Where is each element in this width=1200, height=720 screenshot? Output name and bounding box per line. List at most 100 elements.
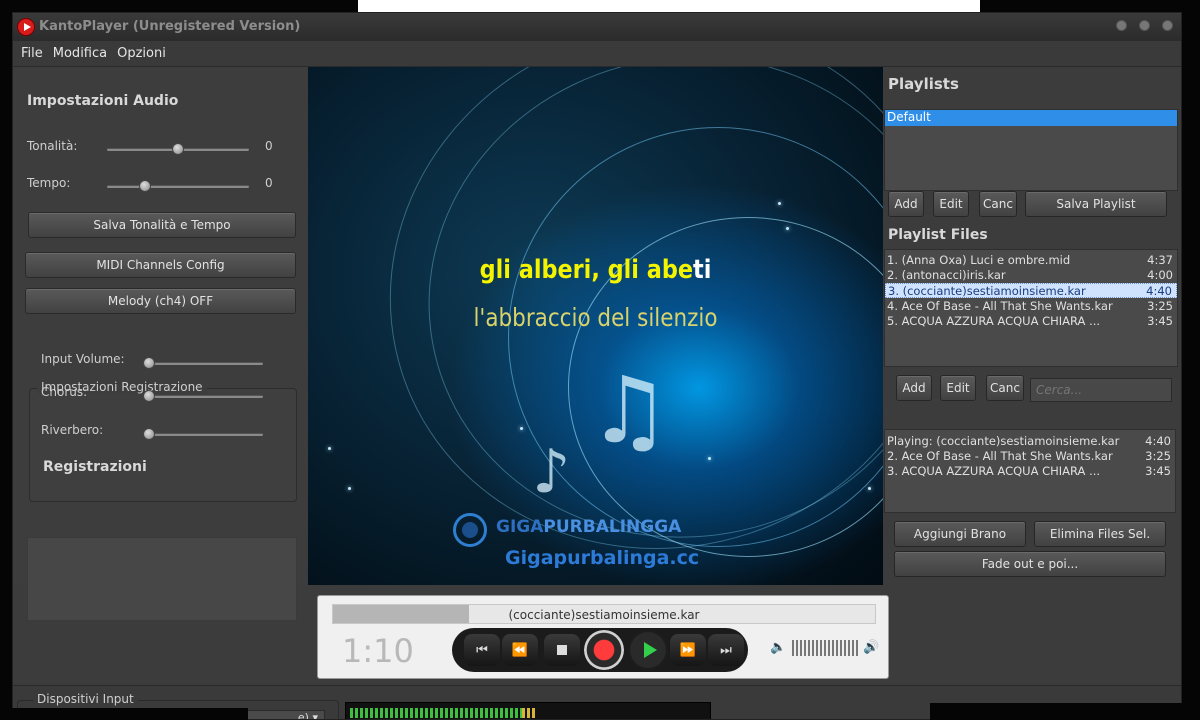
skip-back-icon: ⏮ bbox=[476, 642, 488, 658]
player-bar: (cocciante)sestiamoinsieme.kar 1:10 ⏮ ⏪ … bbox=[317, 595, 889, 679]
minimize-button[interactable] bbox=[1116, 20, 1127, 31]
riverbero-track bbox=[143, 433, 263, 436]
window-controls bbox=[1116, 20, 1173, 31]
fast-forward-icon: ⏩ bbox=[679, 642, 697, 658]
fade-out-button[interactable]: Fade out e poi... bbox=[894, 551, 1166, 577]
record-button[interactable] bbox=[584, 630, 624, 670]
audio-settings-panel: Impostazioni Audio Tonalità: 0 Tempo: 0 … bbox=[13, 67, 307, 621]
playlist-add-button[interactable]: Add bbox=[888, 191, 924, 217]
files-edit-button[interactable]: Edit bbox=[940, 375, 976, 401]
app-window: KantoPlayer (Unregistered Version) File … bbox=[12, 12, 1182, 720]
midi-channels-button[interactable]: MIDI Channels Config bbox=[25, 252, 296, 278]
watermark-site: Gigapurbalinga.cc bbox=[505, 547, 700, 569]
tempo-slider[interactable] bbox=[107, 179, 249, 193]
stop-button[interactable] bbox=[544, 634, 580, 666]
riverbero-label: Riverbero: bbox=[41, 423, 104, 437]
title-bar: KantoPlayer (Unregistered Version) bbox=[13, 13, 1181, 41]
fast-forward-button[interactable]: ⏩ bbox=[670, 634, 706, 666]
search-input[interactable] bbox=[1030, 378, 1172, 402]
save-playlist-button[interactable]: Salva Playlist bbox=[1025, 191, 1167, 217]
sparkle bbox=[868, 487, 871, 490]
skip-forward-button[interactable]: ⏭ bbox=[708, 634, 744, 666]
recordings-list[interactable] bbox=[27, 537, 297, 621]
tempo-thumb[interactable] bbox=[139, 180, 152, 192]
input-volume-track bbox=[143, 362, 263, 365]
current-track-name: (cocciante)sestiamoinsieme.kar bbox=[508, 608, 700, 622]
input-devices-title: Dispositivi Input bbox=[33, 692, 138, 706]
playlist-canc-button[interactable]: Canc bbox=[979, 191, 1017, 217]
meter-fill bbox=[350, 708, 523, 718]
music-note-icon: ♫ bbox=[588, 357, 671, 464]
input-volume-slider[interactable] bbox=[143, 356, 263, 370]
tonalita-slider[interactable] bbox=[107, 142, 249, 156]
tonalita-thumb[interactable] bbox=[172, 143, 184, 155]
sparkle bbox=[778, 202, 781, 205]
play-button[interactable] bbox=[628, 630, 668, 670]
files-add-button[interactable]: Add bbox=[896, 375, 932, 401]
melody-toggle-button[interactable]: Melody (ch4) OFF bbox=[25, 288, 296, 314]
playlist-edit-button[interactable]: Edit bbox=[933, 191, 969, 217]
tempo-label: Tempo: bbox=[27, 176, 71, 190]
elapsed-time: 1:10 bbox=[342, 632, 414, 670]
menu-opzioni[interactable]: Opzioni bbox=[117, 46, 166, 61]
audio-settings-title: Impostazioni Audio bbox=[27, 93, 179, 109]
rewind-button[interactable]: ⏪ bbox=[502, 634, 538, 666]
tempo-value: 0 bbox=[265, 176, 273, 190]
track-progress-bar[interactable]: (cocciante)sestiamoinsieme.kar bbox=[332, 604, 876, 624]
image-border bbox=[0, 708, 248, 720]
app-logo-icon bbox=[17, 18, 35, 36]
list-item[interactable]: 3. ACQUA AZZURA ACQUA CHIARA ... 3:45 bbox=[885, 464, 1175, 479]
lyric-line-next: l'abbraccio del silenzio bbox=[473, 303, 718, 332]
list-item[interactable]: 2. (antonacci)iris.kar 4:00 bbox=[885, 268, 1177, 283]
chorus-track bbox=[143, 395, 263, 398]
chorus-thumb[interactable] bbox=[143, 390, 155, 402]
list-item[interactable]: 4. Ace Of Base - All That She Wants.kar 3… bbox=[885, 299, 1177, 314]
queue-item-playing[interactable]: Playing: (cocciante)sestiamoinsieme.kar 4… bbox=[885, 434, 1175, 449]
files-canc-button[interactable]: Canc bbox=[986, 375, 1024, 401]
karaoke-display: gli alberi, gli abeti l'abbraccio del si… bbox=[308, 67, 883, 585]
playlists-list[interactable]: Default bbox=[884, 109, 1178, 191]
list-item-selected[interactable]: 3. (cocciante)sestiamoinsieme.kar 4:40 bbox=[885, 283, 1177, 298]
save-pitch-tempo-button[interactable]: Salva Tonalità e Tempo bbox=[28, 212, 296, 238]
close-button[interactable] bbox=[1162, 20, 1173, 31]
skip-forward-icon: ⏭ bbox=[720, 642, 732, 658]
riverbero-thumb[interactable] bbox=[143, 428, 155, 440]
play-icon bbox=[643, 642, 657, 658]
watermark-brand-b: PURBALINGGA bbox=[543, 517, 682, 537]
volume-low-icon: 🔈 bbox=[770, 640, 787, 655]
menu-file[interactable]: File bbox=[21, 46, 43, 61]
lyric-rest-part: ti bbox=[693, 255, 712, 285]
menu-modifica[interactable]: Modifica bbox=[53, 46, 107, 61]
list-item[interactable]: 1. (Anna Oxa) Luci e ombre.mid 4:37 bbox=[885, 253, 1177, 268]
skip-back-button[interactable]: ⏮ bbox=[464, 634, 500, 666]
menu-bar: File Modifica Opzioni bbox=[13, 41, 1181, 67]
playlist-files-title: Playlist Files bbox=[888, 227, 988, 243]
chevron-down-icon: ▾ bbox=[312, 711, 318, 720]
riverbero-slider[interactable] bbox=[143, 427, 263, 441]
list-item[interactable]: 2. Ace Of Base - All That She Wants.kar 3… bbox=[885, 449, 1175, 464]
remove-selected-button[interactable]: Elimina Files Sel. bbox=[1034, 521, 1166, 547]
add-song-button[interactable]: Aggiungi Brano bbox=[894, 521, 1026, 547]
sparkle bbox=[786, 227, 789, 230]
tonalita-label: Tonalità: bbox=[27, 139, 78, 153]
volume-high-icon: 🔊 bbox=[863, 640, 880, 655]
image-border bbox=[930, 703, 1200, 720]
playlists-title: Playlists bbox=[888, 75, 959, 93]
volume-slider[interactable] bbox=[792, 640, 858, 656]
rewind-icon: ⏪ bbox=[511, 642, 529, 658]
watermark-brand-a: GIGA bbox=[496, 517, 544, 537]
playlist-panel: Playlists Default Add Edit Canc Salva Pl… bbox=[884, 67, 1181, 585]
playlist-files-list[interactable]: 1. (Anna Oxa) Luci e ombre.mid 4:37 2. (a… bbox=[884, 249, 1178, 367]
list-item[interactable]: 5. ACQUA AZZURA ACQUA CHIARA ... 3:45 bbox=[885, 314, 1177, 329]
chorus-slider[interactable] bbox=[143, 389, 263, 403]
tempo-track bbox=[107, 185, 249, 188]
playlist-item-default[interactable]: Default bbox=[885, 110, 1177, 126]
sparkle bbox=[328, 447, 331, 450]
maximize-button[interactable] bbox=[1139, 20, 1150, 31]
queue-list[interactable]: Playing: (cocciante)sestiamoinsieme.kar 4… bbox=[884, 429, 1176, 513]
sparkle bbox=[520, 427, 523, 430]
meter-peak bbox=[522, 708, 537, 718]
lyric-line-current: gli alberi, gli abeti bbox=[348, 255, 843, 285]
input-volume-thumb[interactable] bbox=[143, 357, 155, 369]
music-note-icon: ♪ bbox=[532, 437, 571, 507]
